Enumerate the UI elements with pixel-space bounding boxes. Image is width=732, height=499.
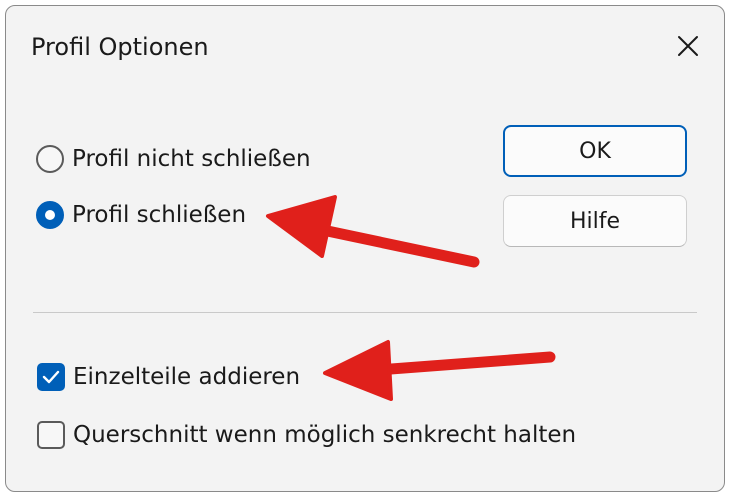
ok-button[interactable]: OK bbox=[503, 125, 687, 177]
radio-button[interactable] bbox=[36, 145, 64, 173]
checkbox-label: Querschnitt wenn möglich senkrecht halte… bbox=[73, 422, 577, 448]
radio-label: Profil nicht schließen bbox=[72, 146, 311, 172]
help-button[interactable]: Hilfe bbox=[503, 195, 687, 247]
close-button[interactable] bbox=[666, 26, 710, 66]
close-icon bbox=[678, 36, 698, 56]
checkbox-label: Einzelteile addieren bbox=[73, 364, 301, 390]
profile-options-dialog: Profil Optionen Profil nicht schließen P… bbox=[5, 5, 725, 492]
checkmark-icon bbox=[42, 370, 60, 384]
checkbox-checked[interactable] bbox=[37, 363, 65, 391]
radio-label: Profil schließen bbox=[72, 202, 247, 228]
radio-profile-not-close[interactable]: Profil nicht schließen bbox=[36, 142, 311, 176]
radio-profile-close[interactable]: Profil schließen bbox=[36, 198, 246, 232]
checkbox-unchecked[interactable] bbox=[37, 421, 65, 449]
checkbox-add-parts[interactable]: Einzelteile addieren bbox=[37, 360, 300, 394]
radio-button-selected[interactable] bbox=[36, 201, 64, 229]
divider bbox=[33, 312, 697, 313]
checkbox-keep-perpendicular[interactable]: Querschnitt wenn möglich senkrecht halte… bbox=[37, 418, 576, 452]
dialog-title: Profil Optionen bbox=[31, 33, 209, 61]
